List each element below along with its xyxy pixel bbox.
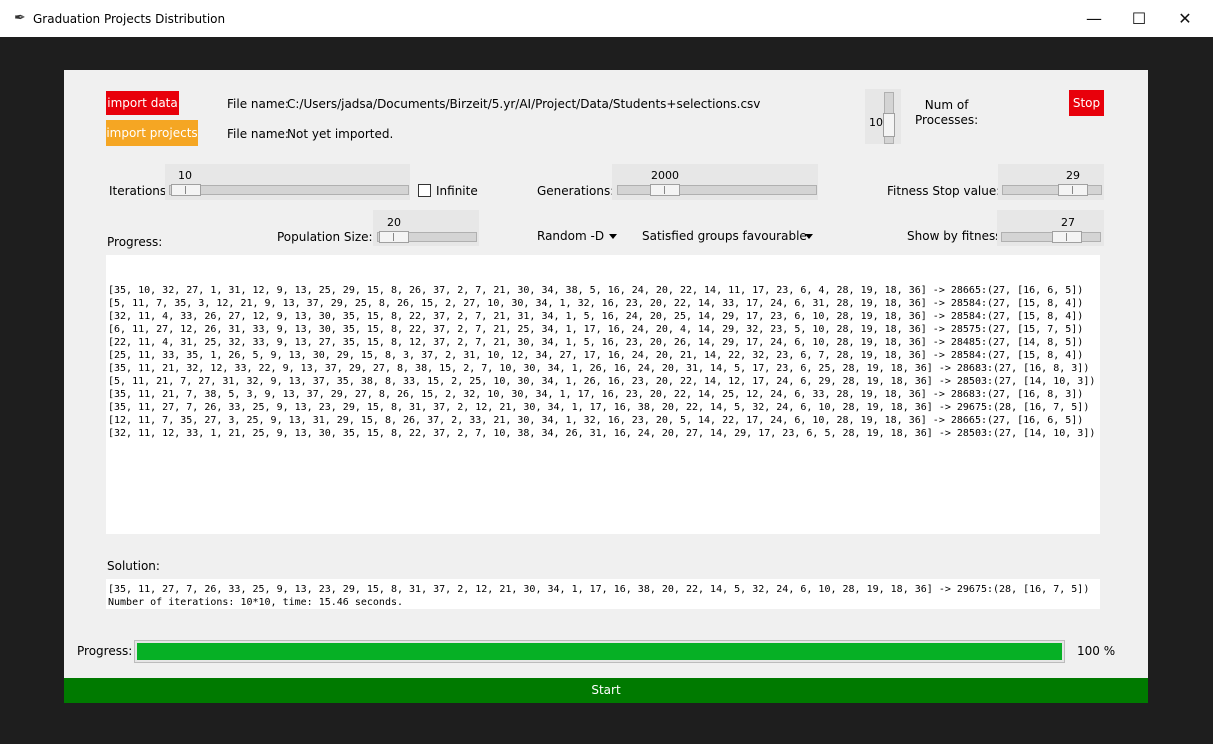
file-name-label-2: File name:: [227, 127, 289, 141]
show-by-fitness-value: 27: [1061, 216, 1075, 229]
progress-log[interactable]: [35, 10, 32, 27, 1, 31, 12, 9, 13, 25, 2…: [106, 255, 1100, 534]
population-value: 20: [387, 216, 401, 229]
chevron-down-icon: [805, 234, 813, 239]
log-line: [5, 11, 21, 7, 27, 31, 32, 9, 13, 37, 35…: [108, 376, 1096, 387]
progress-log-label: Progress:: [107, 235, 163, 249]
file-path-1: C:/Users/jadsa/Documents/Birzeit/5.yr/AI…: [287, 97, 761, 111]
processes-slider[interactable]: [883, 92, 895, 144]
import-data-button[interactable]: import data: [106, 91, 179, 115]
selection-method-value: Random -D: [537, 229, 605, 243]
progress-percent: 100 %: [1077, 644, 1116, 658]
solution-label: Solution:: [107, 559, 160, 573]
fitness-stop-value: 29: [1066, 169, 1080, 182]
show-by-fitness-slider[interactable]: [1001, 231, 1101, 243]
chevron-down-icon: [609, 234, 617, 239]
file-name-label-1: File name:: [227, 97, 289, 111]
generations-value: 2000: [651, 169, 679, 182]
window-title: Graduation Projects Distribution: [33, 12, 226, 26]
population-slider[interactable]: [377, 231, 477, 243]
log-line: [35, 11, 21, 32, 12, 33, 22, 9, 13, 37, …: [108, 363, 1090, 374]
iterations-value: 10: [178, 169, 192, 182]
close-button[interactable]: ✕: [1162, 4, 1208, 34]
log-line: [35, 11, 27, 7, 26, 33, 25, 9, 13, 23, 2…: [108, 402, 1090, 413]
log-line: [22, 11, 4, 31, 25, 32, 33, 9, 13, 27, 3…: [108, 337, 1084, 348]
log-line: [32, 11, 12, 33, 1, 21, 25, 9, 13, 30, 3…: [108, 428, 1096, 439]
generations-label: Generations:: [537, 184, 615, 198]
fitness-stop-slider-thumb[interactable]: [1058, 184, 1088, 196]
iterations-slider-thumb[interactable]: [171, 184, 201, 196]
fitness-mode-value: Satisfied groups favourable: [642, 229, 807, 243]
progress-bar: [134, 640, 1065, 663]
iterations-label: Iterations:: [109, 184, 171, 198]
stop-button[interactable]: Stop: [1069, 90, 1104, 116]
selection-method-dropdown[interactable]: Random -D: [537, 229, 617, 247]
iterations-slider[interactable]: [169, 184, 409, 196]
fitness-stop-slider[interactable]: [1002, 184, 1102, 196]
maximize-button[interactable]: ☐: [1116, 4, 1162, 34]
fitness-mode-dropdown[interactable]: Satisfied groups favourable: [642, 229, 813, 247]
show-by-fitness-slider-thumb[interactable]: [1052, 231, 1082, 243]
processes-value: 10: [869, 116, 883, 129]
progress-bar-fill: [137, 643, 1062, 660]
show-by-fitness-label: Show by fitness:: [907, 229, 1006, 243]
infinite-label: Infinite: [436, 184, 478, 198]
start-button[interactable]: Start: [64, 678, 1148, 703]
log-line: [5, 11, 7, 35, 3, 12, 21, 9, 13, 37, 29,…: [108, 298, 1084, 309]
import-projects-button[interactable]: import projects: [106, 120, 198, 146]
population-size-label: Population Size:: [277, 230, 373, 244]
generations-slider[interactable]: [617, 184, 817, 196]
feather-icon: ✒: [14, 10, 26, 26]
log-lines: [35, 10, 32, 27, 1, 31, 12, 9, 13, 25, 2…: [106, 284, 1100, 440]
processes-label: Num of Processes:: [915, 98, 979, 127]
main-panel: import data import projects File name: C…: [64, 70, 1148, 703]
minimize-button[interactable]: —: [1071, 4, 1117, 34]
log-line: [32, 11, 4, 33, 26, 27, 12, 9, 13, 30, 3…: [108, 311, 1084, 322]
processes-slider-thumb[interactable]: [883, 113, 895, 137]
log-line: [35, 10, 32, 27, 1, 31, 12, 9, 13, 25, 2…: [108, 285, 1084, 296]
log-line: [25, 11, 33, 35, 1, 26, 5, 9, 13, 30, 29…: [108, 350, 1084, 361]
generations-slider-thumb[interactable]: [650, 184, 680, 196]
log-line: [12, 11, 7, 35, 27, 3, 25, 9, 13, 31, 29…: [108, 415, 1084, 426]
solution-textbox[interactable]: [35, 11, 27, 7, 26, 33, 25, 9, 13, 23, 2…: [106, 579, 1100, 609]
fitness-stop-label: Fitness Stop value:: [887, 184, 1001, 198]
log-line: [35, 11, 21, 7, 38, 5, 3, 9, 13, 37, 29,…: [108, 389, 1084, 400]
population-slider-thumb[interactable]: [379, 231, 409, 243]
bottom-progress-label: Progress:: [77, 644, 133, 658]
file-path-2: Not yet imported.: [287, 127, 394, 141]
infinite-checkbox[interactable]: [418, 184, 431, 197]
window-titlebar: ✒ Graduation Projects Distribution — ☐ ✕: [0, 0, 1213, 37]
log-line: [6, 11, 27, 12, 26, 31, 33, 9, 13, 30, 3…: [108, 324, 1084, 335]
